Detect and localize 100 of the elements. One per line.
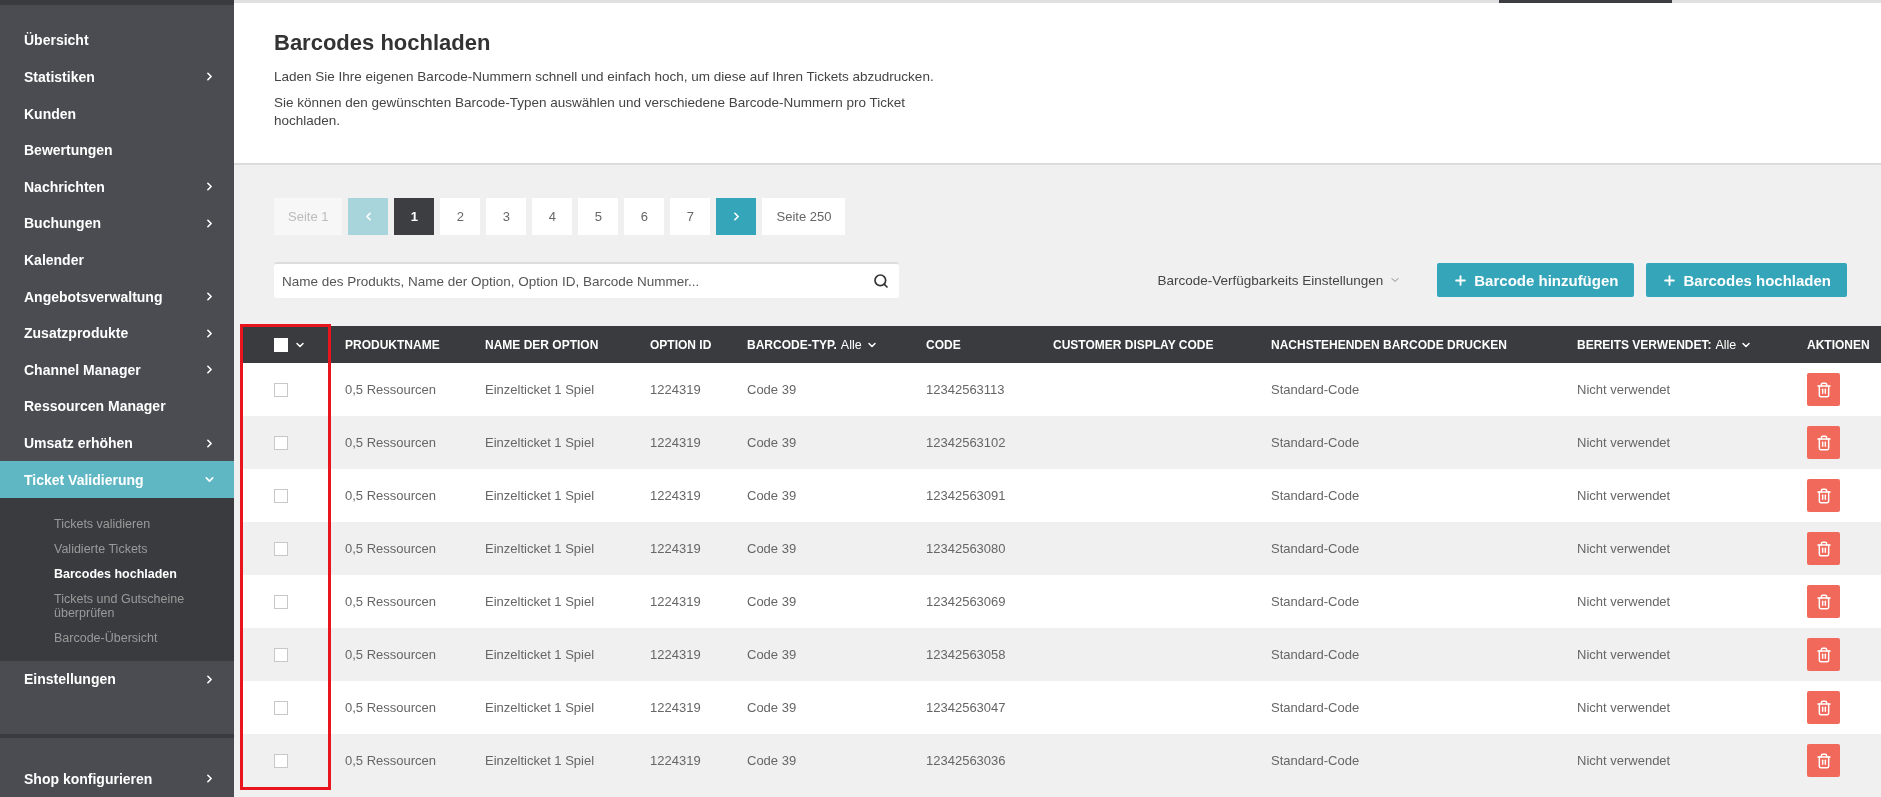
page-button[interactable]: 7 <box>670 198 711 235</box>
row-checkbox[interactable] <box>274 435 288 450</box>
row-checkbox[interactable] <box>274 753 288 768</box>
sidebar-item[interactable]: Kunden <box>0 95 234 132</box>
table-cell-text: 12342563091 <box>926 488 1007 503</box>
table-cell-text: 12342563069 <box>926 594 1007 609</box>
page-button[interactable]: 2 <box>440 198 481 235</box>
delete-button[interactable] <box>1807 532 1840 565</box>
table-cell-text: 1224319 <box>650 541 702 556</box>
trash-icon <box>1815 593 1832 610</box>
plus-icon <box>1662 272 1678 288</box>
sidebar-item[interactable]: Statistiken <box>0 58 234 96</box>
row-checkbox[interactable] <box>274 382 288 397</box>
table-cell-text: 1224319 <box>650 382 702 397</box>
table-cell-text: 12342563102 <box>926 435 1007 450</box>
table-cell-text: Nicht verwendet <box>1577 541 1672 556</box>
table-cell-text: 12342563047 <box>926 700 1007 715</box>
table-cell-text: 1224319 <box>650 647 702 662</box>
column-filter[interactable]: Alle <box>1715 337 1737 352</box>
table-cell-text: 0,5 Ressourcen <box>345 541 438 556</box>
table-cell-text: Nicht verwendet <box>1577 382 1672 397</box>
column-filter[interactable]: Alle <box>840 337 862 352</box>
column-header: CUSTOMER DISPLAY CODE <box>1053 337 1214 352</box>
sidebar-item[interactable]: Buchungen <box>0 205 234 242</box>
trash-icon <box>1815 540 1832 557</box>
column-header: NACHSTEHENDEN BARCODE DRUCKEN <box>1271 337 1507 352</box>
page-button[interactable]: 4 <box>532 198 573 235</box>
delete-button[interactable] <box>1807 744 1840 777</box>
sidebar-item[interactable]: Channel Manager <box>0 351 234 389</box>
sidebar-item[interactable]: Angebotsverwaltung <box>0 278 234 315</box>
sidebar-item[interactable]: Umsatz erhöhen <box>0 424 234 462</box>
table-cell-text: 1224319 <box>650 594 702 609</box>
table-cell-text: Code 39 <box>747 753 798 768</box>
table-cell-text: Standard-Code <box>1271 700 1361 715</box>
table-cell-text: Einzelticket 1 Spiel <box>485 382 596 397</box>
select-all-checkbox[interactable] <box>274 337 288 352</box>
delete-button[interactable] <box>1807 691 1840 724</box>
description-text: Laden Sie Ihre eigenen Barcode-Nummern schnell und einfach hoch, um diese auf Ihren Tickets abzudrucken. <box>274 68 935 86</box>
submenu-item[interactable]: Barcode-Übersicht <box>0 625 234 651</box>
table-cell-text: 12342563036 <box>926 753 1007 768</box>
table-cell-text: 1224319 <box>650 488 702 503</box>
page-button[interactable]: 6 <box>624 198 665 235</box>
row-checkbox[interactable] <box>274 647 288 662</box>
table-cell-text: Code 39 <box>747 488 798 503</box>
delete-button[interactable] <box>1807 585 1840 618</box>
row-checkbox[interactable] <box>274 488 288 503</box>
table-cell-text: 12342563113 <box>926 382 1006 397</box>
row-checkbox[interactable] <box>274 700 288 715</box>
page-button[interactable]: Seite 250 <box>762 198 846 235</box>
column-header: PRODUKTNAME <box>345 337 440 352</box>
table-cell-text: 0,5 Ressourcen <box>345 700 438 715</box>
settings-dropdown[interactable]: Barcode-Verfügbarkeits Einstellungen <box>1157 272 1402 288</box>
table-cell-text: Nicht verwendet <box>1577 435 1672 450</box>
submenu-item[interactable]: Tickets und Gutscheine überprüfen <box>0 586 234 626</box>
table-cell-text: Nicht verwendet <box>1577 488 1672 503</box>
sidebar-item[interactable]: Bewertungen <box>0 131 234 169</box>
delete-button[interactable] <box>1807 373 1840 406</box>
table-cell-text: 0,5 Ressourcen <box>345 647 438 662</box>
table-cell-text: Einzelticket 1 Spiel <box>485 594 596 609</box>
table-cell-text: Standard-Code <box>1271 382 1361 397</box>
table-cell-text: 0,5 Ressourcen <box>345 594 438 609</box>
table-cell-text: Standard-Code <box>1271 594 1361 609</box>
sidebar-item[interactable]: Nachrichten <box>0 168 234 206</box>
sidebar-item[interactable]: Shop konfigurieren <box>0 760 234 797</box>
table-cell-text: Einzelticket 1 Spiel <box>485 541 596 556</box>
sidebar-item[interactable]: Ressourcen Manager <box>0 388 234 425</box>
column-header: OPTION ID <box>650 337 712 352</box>
submenu-item[interactable]: Barcodes hochladen <box>0 561 234 587</box>
table-cell-text: 12342563058 <box>926 647 1007 662</box>
table-cell-text: 12342563080 <box>926 541 1007 556</box>
next-page-button[interactable] <box>716 198 757 235</box>
page-title: Barcodes hochladen <box>274 30 492 56</box>
submenu-item[interactable]: Validierte Tickets <box>0 536 234 562</box>
table-cell-text: Nicht verwendet <box>1577 700 1672 715</box>
sidebar-item[interactable]: Zusatzprodukte <box>0 314 234 352</box>
table-cell-text: Code 39 <box>747 435 798 450</box>
search-field[interactable]: Name des Produkts, Name der Option, Option ID, Barcode Nummer... <box>274 262 899 298</box>
trash-icon <box>1815 646 1832 663</box>
table-cell-text: Standard-Code <box>1271 435 1361 450</box>
table-cell-text: Einzelticket 1 Spiel <box>485 488 596 503</box>
submenu-item[interactable]: Tickets validieren <box>0 511 234 537</box>
sidebar-item[interactable]: Übersicht <box>0 22 234 59</box>
row-checkbox[interactable] <box>274 541 288 556</box>
sidebar-item[interactable]: Einstellungen <box>0 660 234 698</box>
delete-button[interactable] <box>1807 479 1840 512</box>
table-cell-text: 1224319 <box>650 753 702 768</box>
page-button[interactable]: 1 <box>394 198 435 235</box>
page-button[interactable]: 5 <box>578 198 619 235</box>
table-cell-text: 1224319 <box>650 700 702 715</box>
table-cell-text: Standard-Code <box>1271 753 1361 768</box>
table-cell-text: Standard-Code <box>1271 488 1361 503</box>
table-cell-text: 0,5 Ressourcen <box>345 753 438 768</box>
page-button[interactable]: 3 <box>486 198 527 235</box>
column-header: BARCODE-TYP. <box>747 337 837 352</box>
delete-button[interactable] <box>1807 638 1840 671</box>
trash-icon <box>1815 381 1832 398</box>
delete-button[interactable] <box>1807 426 1840 459</box>
sidebar-item[interactable]: Kalender <box>0 241 234 279</box>
row-checkbox[interactable] <box>274 594 288 609</box>
plus-icon <box>1453 272 1469 288</box>
